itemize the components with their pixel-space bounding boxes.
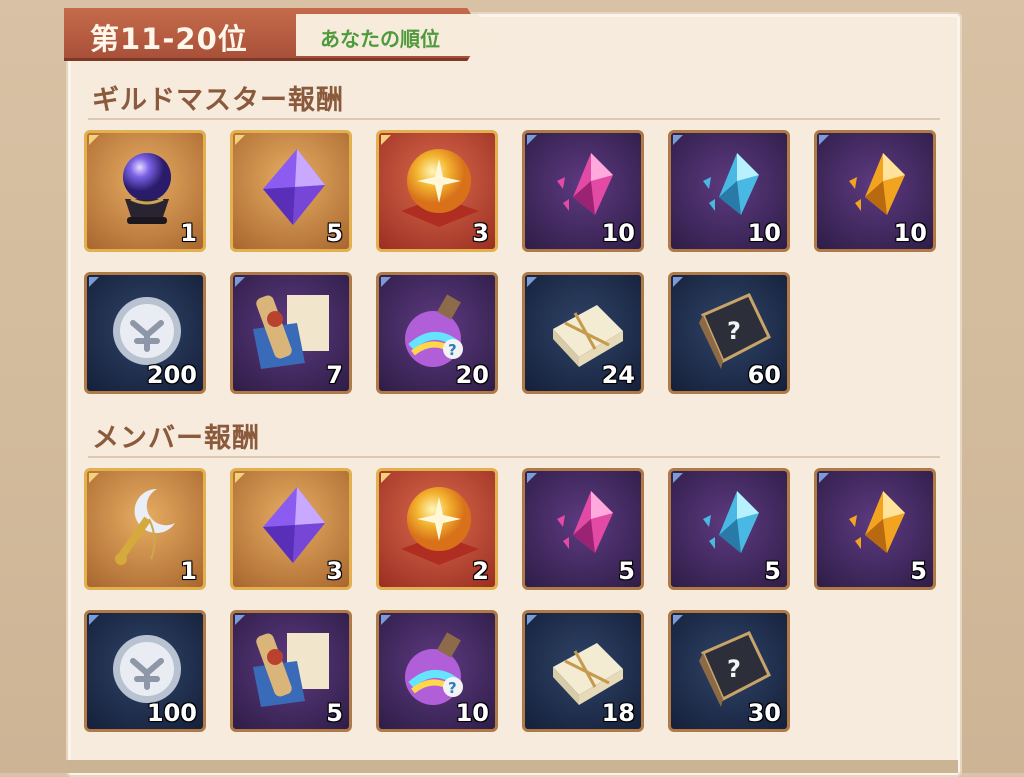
reward-item-count: 7: [326, 361, 343, 389]
rank-header-ribbon: 第11-20位 あなたの順位: [64, 8, 496, 64]
reward-item-count: 10: [455, 699, 489, 727]
reward-item-count: 20: [455, 361, 489, 389]
rarity-corner: [673, 473, 683, 483]
rarity-corner: [673, 277, 683, 287]
reward-item-tile[interactable]: ? 10: [376, 610, 498, 732]
reward-item-count: 5: [618, 557, 635, 585]
reward-item-tile[interactable]: 24: [522, 272, 644, 394]
rarity-corner: [381, 135, 391, 145]
rarity-corner: [235, 135, 245, 145]
rarity-corner: [527, 135, 537, 145]
rarity-corner: [89, 277, 99, 287]
reward-item-tile[interactable]: 200: [84, 272, 206, 394]
rarity-corner: [235, 615, 245, 625]
reward-item-tile[interactable]: 100: [84, 610, 206, 732]
your-rank-label[interactable]: あなたの順位: [320, 23, 440, 52]
reward-item-count: 5: [326, 219, 343, 247]
reward-item-count: 1: [180, 557, 197, 585]
rarity-corner: [235, 473, 245, 483]
reward-item-tile[interactable]: ? 20: [376, 272, 498, 394]
reward-item-tile[interactable]: 3: [376, 130, 498, 252]
reward-item-count: 5: [910, 557, 927, 585]
svg-text:?: ?: [448, 341, 457, 359]
rarity-corner: [381, 615, 391, 625]
rarity-corner: [527, 473, 537, 483]
member-reward-title: メンバー報酬: [92, 423, 260, 454]
rarity-corner: [819, 135, 829, 145]
rarity-corner: [527, 615, 537, 625]
section-divider: [88, 456, 940, 458]
reward-item-count: 10: [893, 219, 927, 247]
rank-title: 第11-20位: [90, 22, 248, 56]
rarity-corner: [89, 135, 99, 145]
reward-item-tile[interactable]: 1: [84, 468, 206, 590]
reward-item-count: 10: [747, 219, 781, 247]
reward-item-tile[interactable]: 1: [84, 130, 206, 252]
reward-item-tile[interactable]: 3: [230, 468, 352, 590]
reward-item-count: 3: [326, 557, 343, 585]
rarity-corner: [819, 473, 829, 483]
reward-item-tile[interactable]: 5: [230, 130, 352, 252]
rarity-corner: [527, 277, 537, 287]
section-divider: [88, 118, 940, 120]
reward-item-tile[interactable]: 10: [814, 130, 936, 252]
reward-item-tile[interactable]: 2: [376, 468, 498, 590]
reward-item-count: 5: [326, 699, 343, 727]
reward-item-count: 1: [180, 219, 197, 247]
reward-item-count: 100: [146, 699, 197, 727]
reward-item-count: 5: [764, 557, 781, 585]
guild-master-reward-title: ギルドマスター報酬: [92, 85, 344, 116]
reward-item-count: 30: [747, 699, 781, 727]
reward-item-count: 2: [472, 557, 489, 585]
rarity-corner: [381, 473, 391, 483]
reward-item-tile[interactable]: 10: [668, 130, 790, 252]
svg-text:?: ?: [727, 655, 741, 683]
rarity-corner: [89, 615, 99, 625]
svg-text:?: ?: [448, 679, 457, 697]
reward-item-tile[interactable]: 5: [230, 610, 352, 732]
rarity-corner: [235, 277, 245, 287]
svg-text:?: ?: [727, 317, 741, 345]
reward-item-count: 10: [601, 219, 635, 247]
reward-item-count: 200: [146, 361, 197, 389]
rarity-corner: [673, 135, 683, 145]
panel-bottom-edge: [66, 760, 958, 773]
reward-item-tile[interactable]: ? 60: [668, 272, 790, 394]
reward-item-tile[interactable]: 7: [230, 272, 352, 394]
rarity-corner: [89, 473, 99, 483]
reward-item-count: 18: [601, 699, 635, 727]
reward-item-tile[interactable]: 5: [814, 468, 936, 590]
reward-item-tile[interactable]: 5: [668, 468, 790, 590]
reward-item-count: 3: [472, 219, 489, 247]
rarity-corner: [673, 615, 683, 625]
reward-item-tile[interactable]: 10: [522, 130, 644, 252]
rarity-corner: [381, 277, 391, 287]
reward-item-tile[interactable]: 5: [522, 468, 644, 590]
reward-item-count: 24: [601, 361, 635, 389]
reward-item-tile[interactable]: ? 30: [668, 610, 790, 732]
reward-item-count: 60: [747, 361, 781, 389]
reward-item-tile[interactable]: 18: [522, 610, 644, 732]
